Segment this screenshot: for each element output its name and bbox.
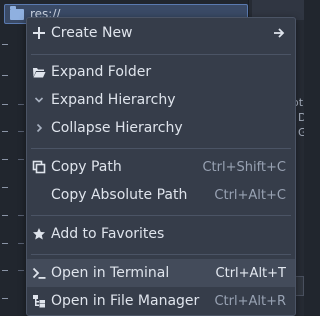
menu-item-label: Open in Terminal	[51, 265, 170, 281]
menu-item-label: Collapse Hierarchy	[51, 120, 183, 136]
editor-stage: res:// ot D G Create New Expand Folder E…	[0, 0, 304, 316]
tree-guide-line	[2, 298, 8, 299]
menu-item-expand-hierarchy[interactable]: Expand Hierarchy	[27, 86, 295, 114]
terminal-icon	[32, 266, 46, 280]
tree-branch-line	[18, 131, 24, 132]
tree-guide-line	[2, 44, 8, 45]
tree-guide-line	[2, 131, 8, 132]
menu-item-shortcut: Ctrl+Alt+C	[214, 188, 286, 203]
file-manager-icon	[32, 294, 46, 308]
tree-branch-line	[18, 270, 24, 271]
menu-item-copy-absolute-path[interactable]: Copy Absolute Path Ctrl+Alt+C	[27, 181, 295, 209]
tree-guide-line	[2, 215, 8, 216]
menu-item-copy-path[interactable]: Copy Path Ctrl+Shift+C	[27, 153, 295, 181]
tree-branch-line	[18, 104, 24, 105]
menu-item-label: Copy Absolute Path	[51, 187, 188, 203]
menu-separator	[31, 148, 291, 149]
menu-item-shortcut: Ctrl+Shift+C	[202, 160, 286, 175]
inspector-text: D	[298, 111, 304, 124]
inspector-text: G	[298, 126, 304, 139]
menu-item-shortcut: Ctrl+Alt+T	[215, 266, 286, 281]
context-menu: Create New Expand Folder Expand Hierarch…	[26, 17, 296, 316]
menu-item-label: Expand Folder	[51, 64, 152, 80]
menu-item-label: Open in File Manager	[51, 293, 200, 309]
tree-guide-line	[2, 243, 8, 244]
tree-branch-line	[18, 159, 24, 160]
menu-separator	[31, 254, 291, 255]
submenu-arrow-icon	[273, 25, 285, 41]
tree-guide-line	[2, 187, 8, 188]
menu-item-label: Copy Path	[51, 159, 122, 175]
tree-guide-line	[2, 270, 8, 271]
menu-item-add-to-favorites[interactable]: Add to Favorites	[27, 220, 295, 248]
menu-item-collapse-hierarchy[interactable]: Collapse Hierarchy	[27, 114, 295, 142]
menu-item-create-new[interactable]: Create New	[27, 19, 295, 47]
menu-item-open-in-file-manager[interactable]: Open in File Manager Ctrl+Alt+R	[27, 287, 295, 315]
tree-branch-line	[18, 243, 24, 244]
tree-guide-line	[2, 104, 8, 105]
tree-guide-line	[2, 159, 8, 160]
copy-icon	[32, 160, 46, 174]
menu-item-open-in-terminal[interactable]: Open in Terminal Ctrl+Alt+T	[27, 259, 295, 287]
chevron-down-icon	[32, 93, 46, 107]
folder-icon	[10, 6, 24, 20]
menu-separator	[31, 54, 291, 55]
tree-guide-line	[2, 75, 8, 76]
menu-item-label: Create New	[51, 25, 133, 41]
star-icon	[32, 227, 46, 241]
folder-open-icon	[32, 65, 46, 79]
plus-icon	[32, 26, 46, 40]
menu-item-label: Expand Hierarchy	[51, 92, 176, 108]
tree-branch-line	[18, 215, 24, 216]
menu-separator	[31, 215, 291, 216]
chevron-right-icon	[32, 121, 46, 135]
menu-item-expand-folder[interactable]: Expand Folder	[27, 58, 295, 86]
menu-item-label: Add to Favorites	[51, 226, 165, 242]
menu-item-shortcut: Ctrl+Alt+R	[214, 294, 286, 309]
